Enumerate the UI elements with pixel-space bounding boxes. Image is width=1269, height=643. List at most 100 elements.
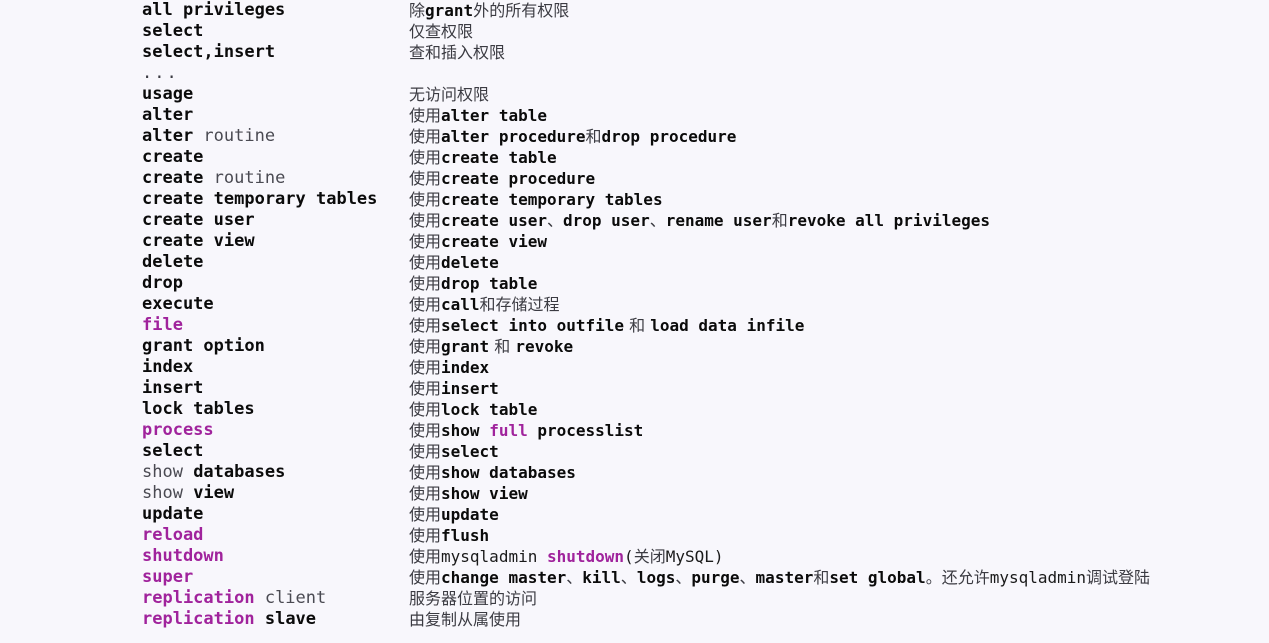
token: routine [203,168,286,188]
privilege-row: create temporary tables 使用create temporar… [0,189,1269,210]
token: show [142,483,194,503]
privilege-row: create view 使用create view [0,231,1269,252]
privilege-row: ... [0,63,1269,84]
privilege-name: create routine [142,168,285,189]
privilege-description: 由复制从属使用 [409,609,521,630]
token: 使用 [409,379,442,398]
privilege-row: reload 使用flush [0,525,1269,546]
privilege-description: 使用insert [409,378,499,399]
token: update [142,504,204,524]
token: update [441,505,499,524]
token: insert [142,378,204,398]
privilege-name: select,insert [142,42,275,63]
token: create temporary tables [142,189,378,209]
token: all privileges [142,0,286,20]
privilege-row: super 使用change master、kill、logs、purge、mas… [0,567,1269,588]
privilege-description: 仅查权限 [409,21,473,42]
privilege-description: 使用index [409,357,489,378]
token: ( [624,547,634,566]
token: mysqladmin [441,547,547,566]
token: 无访问权限 [409,85,490,104]
token: reload [142,525,204,545]
privilege-description: 使用show view [409,483,528,504]
token: grant [441,337,490,356]
token: 由复制从属使用 [409,610,522,629]
token: usage [142,84,194,104]
token: alter procedure [441,127,586,146]
token: grant option [142,336,265,356]
privilege-name: execute [142,294,214,315]
privilege-description: 使用change master、kill、logs、purge、master和s… [409,567,1150,588]
token: show [441,421,490,440]
token: 使用 [409,127,442,146]
token: 和 [813,568,830,587]
token: kill [582,568,621,587]
privilege-name: ... [142,63,179,84]
token: create [142,147,204,167]
privilege-name: create user [142,210,255,231]
token: create view [142,231,255,251]
token: index [441,358,490,377]
token: load data infile [650,316,805,335]
privilege-row: file 使用select into outfile 和 load data in… [0,315,1269,336]
privilege-row: alter routine 使用alter procedure和drop proc… [0,126,1269,147]
privilege-row: create 使用create table [0,147,1269,168]
token: drop procedure [601,127,737,146]
token: 和 [489,337,516,356]
token: 和 [624,316,651,335]
privilege-description: 使用lock table [409,399,537,420]
privilege-description: 使用drop table [409,273,537,294]
token: index [142,357,194,377]
token: select [142,21,204,41]
token: 使用 [409,463,442,482]
token: show [142,462,194,482]
token: select,insert [142,42,276,62]
token: drop user [563,211,650,230]
token: 使用 [409,211,442,230]
privilege-name: all privileges [142,0,285,21]
token: show view [441,484,528,503]
privilege-row: show view 使用show view [0,483,1269,504]
privilege-name: drop [142,273,183,294]
privilege-row: process 使用show full processlist [0,420,1269,441]
token: alter [142,105,194,125]
privilege-name: lock tables [142,399,255,420]
privilege-description: 使用show databases [409,462,576,483]
token: select [142,441,204,461]
token: 、 [739,568,756,587]
token: select [441,442,499,461]
privileges-row-list: all privileges 除grant外的所有权限 select 仅查权限 sele… [0,0,1269,630]
token: create [142,168,204,188]
token: rename user [665,211,772,230]
token: 、 [546,211,563,230]
privilege-description: 使用create procedure [409,168,595,189]
privilege-row: shutdown 使用mysqladmin shutdown(关闭MySQL) [0,546,1269,567]
privilege-description: 使用create temporary tables [409,189,663,210]
privilege-name: select [142,21,203,42]
token: lock table [441,400,538,419]
token: 使用 [409,358,442,377]
token: lock tables [142,399,255,419]
privilege-description: 使用grant 和 revoke [409,336,573,357]
privilege-row: alter 使用alter table [0,105,1269,126]
privileges-table-page: all privileges 除grant外的所有权限 select 仅查权限 sele… [0,0,1269,643]
token: create user [142,210,255,230]
token: slave [264,609,317,629]
privilege-row: select,insert 查和插入权限 [0,42,1269,63]
token: 使用 [409,316,442,335]
token: 和 [771,211,788,230]
privilege-row: update 使用update [0,504,1269,525]
token: 。还允许 [925,568,990,587]
token: ... [142,63,179,83]
privilege-description: 使用mysqladmin shutdown(关闭MySQL) [409,546,724,567]
privilege-row: usage 无访问权限 [0,84,1269,105]
token: replication [142,588,255,608]
token: 使用 [409,148,442,167]
token: alter [142,126,194,146]
privilege-name: reload [142,525,203,546]
privilege-description: 使用select into outfile 和 load data infile [409,315,804,336]
token: delete [441,253,499,272]
token: drop [142,273,183,293]
privilege-name: grant option [142,336,265,357]
token: create table [441,148,557,167]
